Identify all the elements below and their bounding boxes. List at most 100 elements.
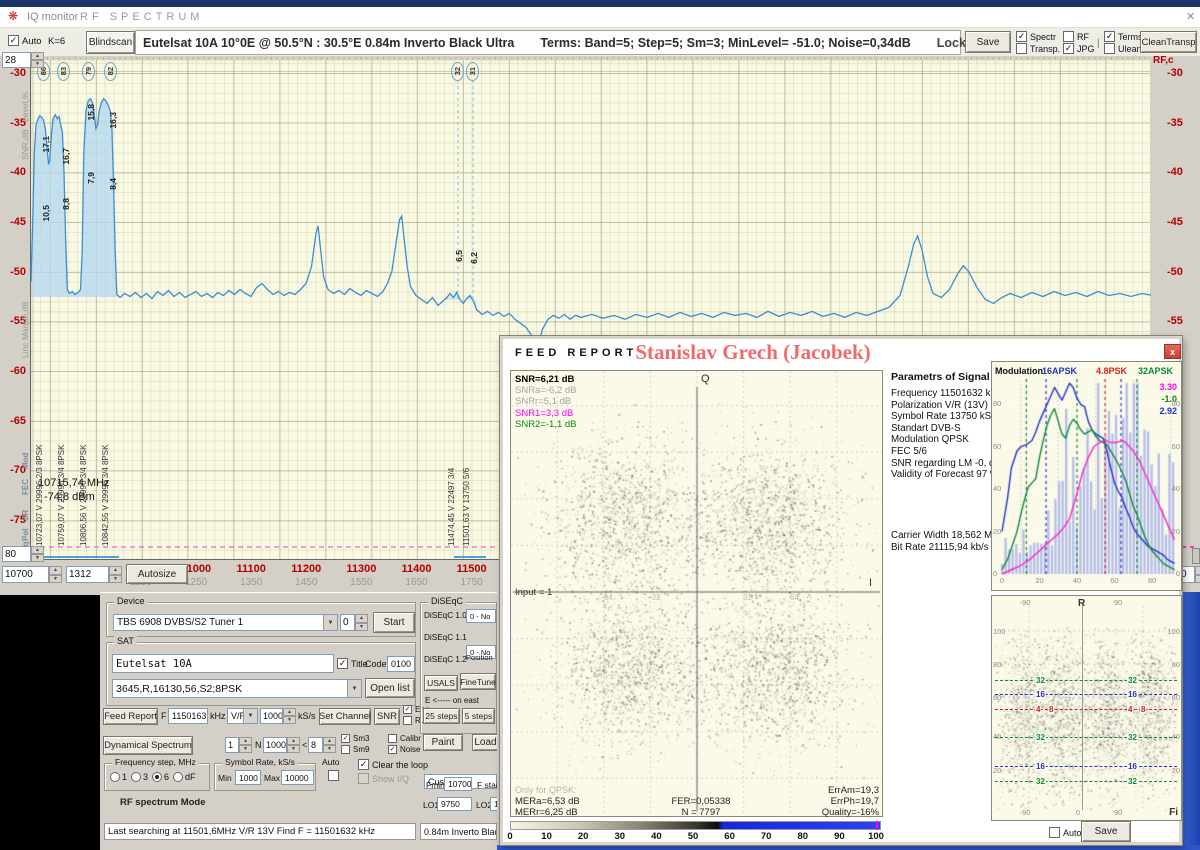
phase-y-tick: 80 xyxy=(993,660,1001,669)
phase-x-tick: 0 xyxy=(1070,808,1086,817)
db-label-left: -40 xyxy=(0,166,26,178)
sr-auto-checkbox[interactable] xyxy=(328,770,339,781)
param-line: Carrier Width 18,562 MHz xyxy=(891,530,1004,542)
phase-threshold-label: 8 xyxy=(1140,705,1146,714)
tuner-index-spinner[interactable]: 0▲▼ xyxy=(340,614,368,631)
check-spectr[interactable]: Spectr xyxy=(1016,31,1056,42)
min-field[interactable]: 1000 xyxy=(235,770,261,785)
sat-name-field[interactable]: Eutelsat 10A xyxy=(112,654,334,673)
freq-step-radio[interactable]: 1 xyxy=(110,772,127,782)
cleantransp-button[interactable]: CleanTransp xyxy=(1140,31,1197,53)
db-label-right: -55 xyxy=(1167,315,1197,327)
phase-center-line xyxy=(1082,604,1083,810)
check-transp[interactable]: Transp. xyxy=(1016,43,1060,54)
legend-scale-number: 30 xyxy=(610,831,630,842)
fmin-spinner[interactable]: 10700▲▼ xyxy=(2,566,62,583)
feed-report-button[interactable]: Feed Report xyxy=(103,708,158,725)
db-label-right: -40 xyxy=(1167,166,1197,178)
code-field[interactable]: 0100 xyxy=(387,656,415,672)
tuner-select[interactable]: TBS 6908 DVBS/S2 Tuner 1▼ xyxy=(113,614,338,631)
save-button[interactable]: Save xyxy=(965,31,1011,53)
paint-button[interactable]: Paint xyxy=(423,734,463,751)
steps25-button[interactable]: 25 steps xyxy=(423,708,460,724)
usals-button[interactable]: USALS xyxy=(424,675,458,691)
q-axis-label: Q xyxy=(701,373,710,385)
right-slider-handle[interactable] xyxy=(1192,548,1200,564)
check-ulean[interactable]: Ulean xyxy=(1104,43,1142,54)
lt-label: < xyxy=(302,740,307,750)
fmin-field[interactable]: 10700 xyxy=(444,777,472,791)
window-close-icon[interactable]: ✕ xyxy=(1186,10,1195,23)
feed-save-button[interactable]: Save xyxy=(1081,821,1131,842)
legend-scale-number: 0 xyxy=(500,831,520,842)
title-checkbox[interactable]: Title xyxy=(337,658,368,669)
n-label: N xyxy=(255,740,262,750)
east-label: E <----- on east xyxy=(425,696,479,705)
sm9-checkbox[interactable]: Sm9 xyxy=(341,745,369,754)
freq-step-radios: 136 dF xyxy=(110,772,196,782)
axis-name: Linc Margin,dB xyxy=(20,262,30,358)
phase-threshold-label: 16 xyxy=(1035,762,1046,771)
lo1-field[interactable]: 9750 xyxy=(437,797,472,811)
freq-step-radio[interactable]: 6 xyxy=(152,772,169,782)
frequency-field[interactable]: 11501632 xyxy=(168,708,208,724)
transponder-select[interactable]: 3645,R,16130,56,S2;8PSK▼ xyxy=(112,679,362,698)
phase-threshold-label: 8 xyxy=(1048,705,1054,714)
scale-top-spinner[interactable]: 28▲▼ xyxy=(2,52,44,68)
dyn-8-spinner[interactable]: 8▲▼ xyxy=(308,737,336,753)
auto-checkbox[interactable] xyxy=(8,35,19,46)
x-label-rf: 11400 xyxy=(392,563,442,575)
freq-step-radio[interactable]: dF xyxy=(173,772,196,782)
x-label-if: 1450 xyxy=(281,577,331,588)
load-button[interactable]: Load xyxy=(472,734,497,751)
start-button[interactable]: Start xyxy=(373,612,415,633)
phase-panel: R Fi -9090-900901001008080606040402020 3… xyxy=(991,595,1182,821)
phase-y-tick: 20 xyxy=(993,766,1001,775)
feed-auto-checkbox[interactable]: Auto xyxy=(1049,827,1082,838)
feed-close-button[interactable]: x xyxy=(1164,344,1181,359)
dyn-count-spinner[interactable]: 1▲▼ xyxy=(225,737,252,753)
phase-x-tick: -90 xyxy=(1017,598,1033,607)
khz-label: kHz xyxy=(210,711,226,721)
finetune-button[interactable]: FineTune xyxy=(460,673,496,690)
open-list-button[interactable]: Open list xyxy=(365,678,415,698)
set-channel-button[interactable]: Set Channel xyxy=(319,708,371,725)
phase-y-tick: 100 xyxy=(993,627,1006,636)
peak-quality-badge: 82 xyxy=(104,62,117,81)
blindscan-tab[interactable]: Blindscan xyxy=(86,31,135,54)
hist-threshold-value: 3.30 xyxy=(1159,382,1177,392)
clear-loop-checkbox[interactable]: Clear the loop xyxy=(358,759,428,770)
dynamical-spectrum-button[interactable]: Dynamical Spectrum xyxy=(103,736,193,755)
sm3-checkbox[interactable]: Sm3 xyxy=(341,734,369,743)
check-terms[interactable]: Terms xyxy=(1104,31,1143,42)
noise-checkbox[interactable]: Noise xyxy=(388,745,420,754)
db-label-right: -30 xyxy=(1167,67,1197,79)
marker-snr-label: 6,5 xyxy=(454,250,464,262)
diseqc-row-value[interactable]: Position xyxy=(466,653,496,667)
diseqc-row-value[interactable]: 0 - No xyxy=(466,609,496,623)
polarization-select[interactable]: V/R▼ xyxy=(227,708,258,724)
titlebar: ❋ IQ monitor RF SPECTRUM ✕ xyxy=(0,7,1200,28)
lo2-field[interactable]: 10 xyxy=(490,797,497,811)
check-jpg[interactable]: JPG xyxy=(1063,43,1095,54)
peak-snr-label: 16,7 xyxy=(61,148,71,165)
sr-spinner[interactable]: 1000▲▼ xyxy=(260,708,296,724)
steps5-button[interactable]: 5 steps xyxy=(462,708,495,724)
hist-x-tick: 0 xyxy=(995,576,1009,585)
phase-threshold-label: 32 xyxy=(1035,777,1046,786)
x-label-rf: 11500 xyxy=(447,563,497,575)
calibr-checkbox[interactable]: Calibr xyxy=(388,734,421,743)
snr-button[interactable]: SNR xyxy=(374,708,400,725)
show-iq-checkbox[interactable]: Show I/Q xyxy=(358,773,409,784)
transponder-label: 11474,45 V 22497 3/4 xyxy=(447,420,456,546)
freq-step-radio[interactable]: 3 xyxy=(131,772,148,782)
span-spinner[interactable]: 1312▲▼ xyxy=(66,566,122,583)
autosize-button[interactable]: Autosize xyxy=(126,564,188,584)
sr-auto-label: Auto xyxy=(322,757,340,767)
dyn-n-spinner[interactable]: 1000▲▼ xyxy=(263,737,300,753)
check-rf[interactable]: RF xyxy=(1063,31,1089,42)
scale-bottom-spinner[interactable]: 80▲▼ xyxy=(2,546,44,562)
sat-group: SAT Eutelsat 10A Title Code 0100 3645,R,… xyxy=(106,642,416,706)
min-label: Min xyxy=(218,773,232,783)
max-field[interactable]: 10000 xyxy=(281,770,314,785)
